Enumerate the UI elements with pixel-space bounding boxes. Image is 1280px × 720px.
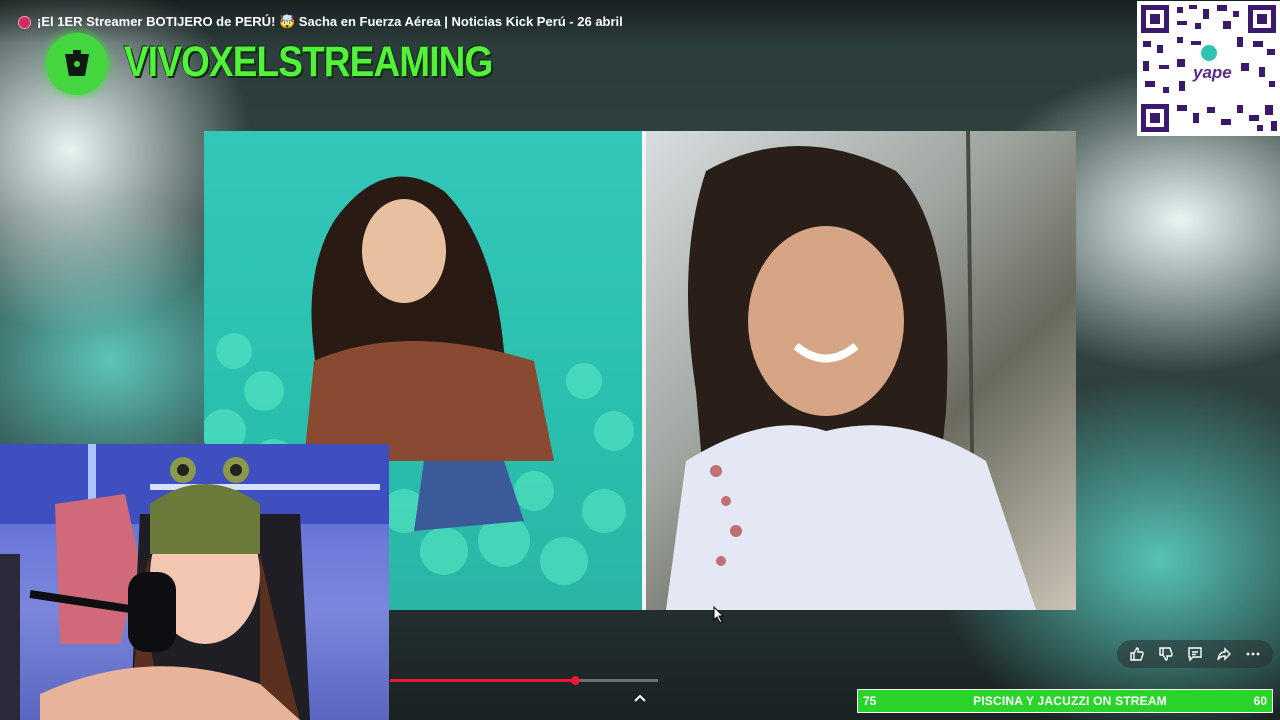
progress-fill xyxy=(390,679,575,682)
yape-label: yape xyxy=(1193,63,1232,82)
comment-icon[interactable] xyxy=(1184,643,1206,665)
portrait-photo-icon xyxy=(666,131,1036,610)
video-title-text[interactable]: ¡El 1ER Streamer BOTIJERO de PERÚ! 🤯 Sac… xyxy=(37,14,623,30)
goal-right-value: 60 xyxy=(1253,694,1267,708)
streamer-webcam-icon xyxy=(0,444,389,720)
more-icon[interactable] xyxy=(1242,643,1264,665)
video-title: ¡El 1ER Streamer BOTIJERO de PERÚ! 🤯 Sac… xyxy=(18,14,623,30)
goal-left-value: 75 xyxy=(863,694,877,708)
channel-logo xyxy=(46,33,108,95)
right-photo xyxy=(646,131,1076,610)
channel-brand-name: VIVOXELSTREAMING xyxy=(124,38,493,86)
thumbs-up-icon[interactable] xyxy=(1126,643,1148,665)
tank-logo-icon xyxy=(65,50,89,76)
goal-label: PISCINA Y JACUZZI ON STREAM xyxy=(973,694,1167,708)
thumbs-down-icon[interactable] xyxy=(1155,643,1177,665)
mouse-cursor-icon xyxy=(713,605,725,629)
yape-qr-code: yape xyxy=(1137,1,1280,136)
progress-scrubber-handle[interactable] xyxy=(571,676,580,685)
share-icon[interactable] xyxy=(1213,643,1235,665)
live-dot-icon xyxy=(18,15,31,29)
video-actions-bar xyxy=(1117,640,1273,668)
chevron-up-icon[interactable] xyxy=(631,692,649,710)
streamer-webcam xyxy=(0,444,389,720)
donation-goal-bar: 75 PISCINA Y JACUZZI ON STREAM 60 xyxy=(857,689,1273,713)
